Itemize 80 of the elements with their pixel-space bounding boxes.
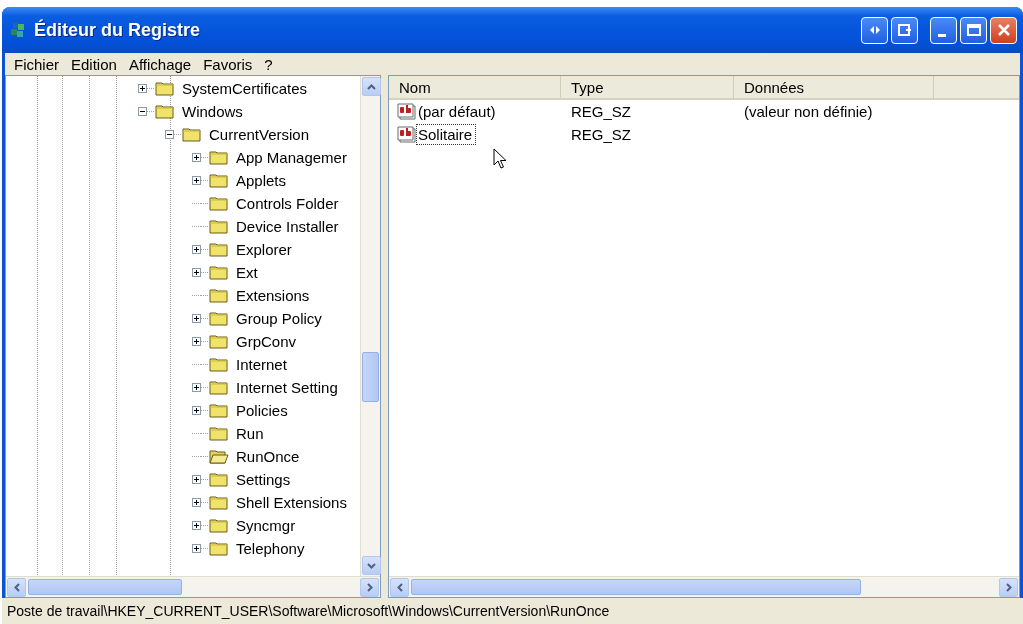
scroll-thumb[interactable] <box>28 579 182 595</box>
tree-item[interactable]: Windows <box>180 102 245 121</box>
expand-icon[interactable] <box>192 337 201 346</box>
column-header[interactable]: Nom <box>389 76 561 98</box>
tree-item[interactable]: Extensions <box>234 286 312 305</box>
horizontal-scrollbar[interactable] <box>389 576 1019 597</box>
chevron-left-icon <box>396 582 403 592</box>
value-name[interactable]: Solitaire <box>416 124 477 145</box>
expand-icon[interactable] <box>192 406 201 415</box>
column-header[interactable]: Données <box>734 76 934 98</box>
collapse-icon[interactable] <box>138 107 147 116</box>
minimize-icon <box>937 33 946 37</box>
maximize-icon <box>966 24 981 36</box>
tree-item[interactable]: Group Policy <box>234 309 324 328</box>
tree-item[interactable]: Device Installer <box>234 217 341 236</box>
string-value-icon <box>397 126 416 143</box>
scroll-right-button[interactable] <box>999 577 1018 597</box>
chevron-right-icon <box>366 582 373 592</box>
expand-icon[interactable] <box>192 176 201 185</box>
scroll-left-button[interactable] <box>7 577 26 597</box>
chevron-left-icon <box>13 582 20 592</box>
expand-icon[interactable] <box>192 475 201 484</box>
tree-item[interactable]: App Managemer <box>234 148 349 167</box>
mouse-pointer-icon <box>493 148 507 170</box>
minimize-button[interactable] <box>930 16 957 44</box>
table-cell-text: REG_SZ <box>570 103 632 120</box>
menu-item[interactable]: Edition <box>66 55 122 73</box>
scroll-up-button[interactable] <box>362 77 381 96</box>
scroll-right-button[interactable] <box>360 577 379 597</box>
window-title: Éditeur du Registre <box>34 19 202 41</box>
tree-item[interactable]: Syncmgr <box>234 516 298 535</box>
tree-item[interactable]: Applets <box>234 171 289 190</box>
tree-item[interactable]: CurrentVersion <box>207 125 312 144</box>
chevron-right-icon <box>1005 582 1012 592</box>
tree-item[interactable]: Policies <box>234 401 290 420</box>
column-header[interactable]: Type <box>561 76 734 98</box>
tree-item[interactable]: Ext <box>234 263 260 282</box>
scroll-thumb[interactable] <box>362 352 379 402</box>
expand-icon[interactable] <box>192 153 201 162</box>
chevron-up-icon <box>367 83 376 90</box>
menu-item[interactable]: Affichage <box>123 55 197 73</box>
tree-item[interactable]: Settings <box>234 470 293 489</box>
horizontal-scrollbar[interactable] <box>6 576 380 597</box>
tree-item[interactable]: RunOnce <box>234 447 302 466</box>
tree-item[interactable]: Telephony <box>234 539 307 558</box>
expand-icon[interactable] <box>192 268 201 277</box>
table-cell-text: (valeur non définie) <box>743 103 873 120</box>
tree-item[interactable]: GrpConv <box>234 332 299 351</box>
help-button[interactable] <box>861 16 888 44</box>
menu-item[interactable]: Favoris <box>198 55 258 73</box>
expand-icon[interactable] <box>138 84 147 93</box>
tree-item[interactable]: Controls Folder <box>234 194 341 213</box>
scroll-thumb[interactable] <box>411 579 861 595</box>
tree-item[interactable]: Internet <box>234 355 289 374</box>
string-value-icon <box>397 103 416 120</box>
expand-icon[interactable] <box>192 314 201 323</box>
collapse-icon[interactable] <box>165 130 174 139</box>
expand-icon[interactable] <box>192 544 201 553</box>
value-name[interactable]: (par défaut) <box>416 101 500 122</box>
close-icon <box>996 23 1011 37</box>
expand-icon[interactable] <box>192 521 201 530</box>
tree-item[interactable]: Explorer <box>234 240 294 259</box>
tree-item[interactable]: Shell Extensions <box>234 493 349 512</box>
scroll-left-button[interactable] <box>390 577 409 597</box>
vertical-scrollbar[interactable] <box>360 76 380 576</box>
table-cell-text: REG_SZ <box>570 126 632 143</box>
status-bar: Poste de travail\HKEY_CURRENT_USER\Software\Microsoft\Windows\CurrentVersion\RunOnce <box>2 598 1023 624</box>
expand-icon[interactable] <box>192 383 201 392</box>
window-menu-button[interactable] <box>891 16 918 44</box>
tree-item[interactable]: SystemCertificates <box>180 79 310 98</box>
scroll-down-button[interactable] <box>362 556 381 575</box>
chevron-down-icon <box>367 562 376 569</box>
maximize-button[interactable] <box>960 16 987 44</box>
expand-icon[interactable] <box>192 245 201 254</box>
menu-item[interactable]: Fichier <box>9 55 64 73</box>
tree-item[interactable]: Run <box>234 424 266 443</box>
tree-item[interactable]: Internet Setting <box>234 378 340 397</box>
close-button[interactable] <box>990 16 1017 44</box>
expand-icon[interactable] <box>192 498 201 507</box>
menu-item[interactable]: ? <box>259 55 278 73</box>
